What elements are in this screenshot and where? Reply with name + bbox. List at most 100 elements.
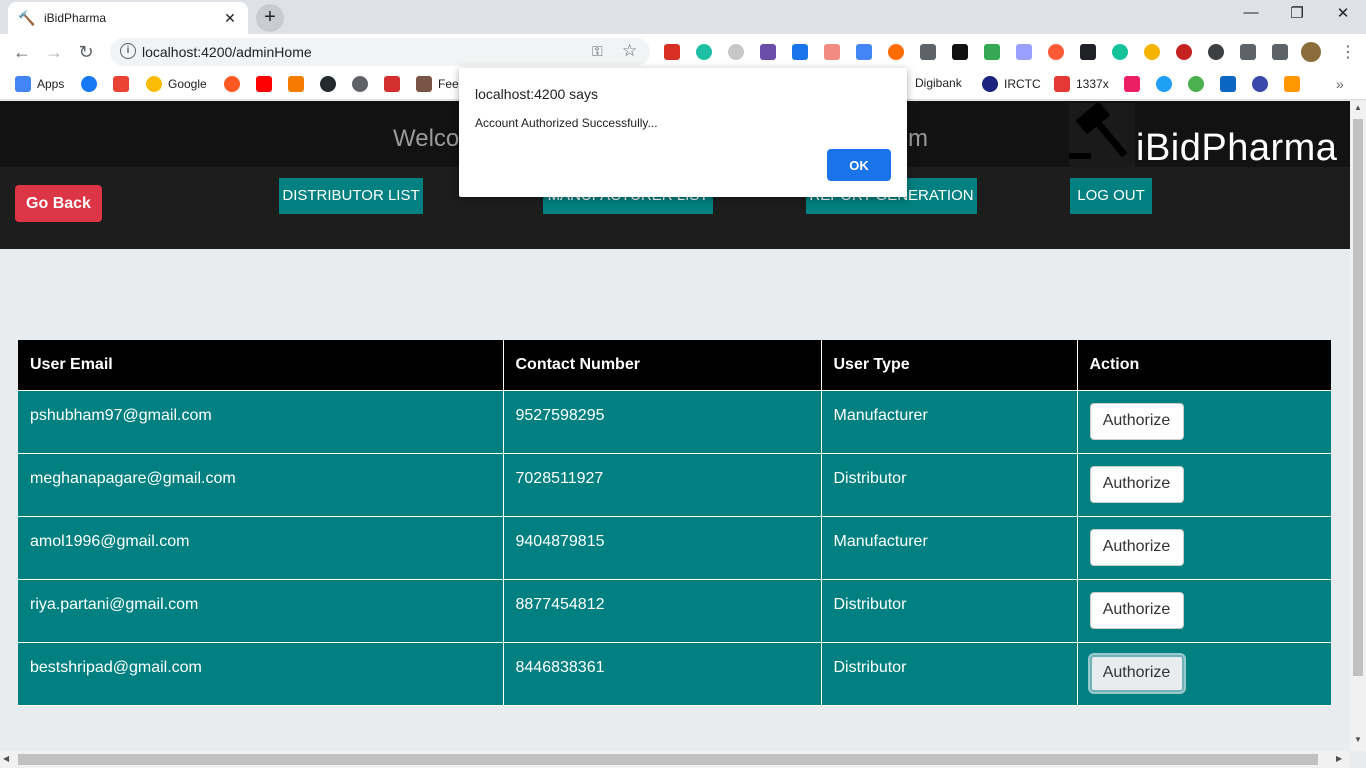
scroll-right-arrow-icon[interactable]: ▶ xyxy=(1336,754,1342,763)
cell-email: bestshripad@gmail.com xyxy=(18,642,504,706)
extension-cursor-icon[interactable] xyxy=(760,44,776,60)
extension-sih-icon[interactable] xyxy=(952,44,968,60)
facebook-icon xyxy=(81,76,97,92)
bookmark-google[interactable]: Google xyxy=(146,76,207,92)
authorize-button[interactable]: Authorize xyxy=(1089,591,1184,629)
bookmark-orange[interactable] xyxy=(1284,76,1306,92)
new-tab-button[interactable]: + xyxy=(256,4,284,32)
bookmark-irctc[interactable]: IRCTC xyxy=(982,76,1041,92)
bookmark-label: Digibank xyxy=(915,76,962,90)
cell-action: Authorize xyxy=(1077,453,1331,517)
scroll-left-arrow-icon[interactable]: ◀ xyxy=(3,754,9,763)
profile-avatar[interactable] xyxy=(1301,42,1321,62)
cell-type: Distributor xyxy=(821,453,1078,517)
youtube-icon xyxy=(256,76,272,92)
distributor-list-link[interactable]: DISTRIBUTOR LIST xyxy=(279,178,423,214)
bookmark-1337x[interactable]: 1337x xyxy=(1054,76,1109,92)
page-viewport: Welco m iBidPharma Go Back DISTRIBUTOR L… xyxy=(0,101,1350,751)
bookmark-runner[interactable] xyxy=(384,76,406,92)
scroll-down-arrow-icon[interactable]: ▼ xyxy=(1354,735,1362,744)
cell-email: amol1996@gmail.com xyxy=(18,516,504,580)
go-back-button[interactable]: Go Back xyxy=(15,185,102,222)
back-arrow-icon[interactable]: ← xyxy=(10,40,34,64)
users-table: User Email Contact Number User Type Acti… xyxy=(18,340,1331,706)
bookmark-gmail[interactable] xyxy=(113,76,135,92)
bookmark-label: Apps xyxy=(37,77,65,91)
extension-clock-icon[interactable] xyxy=(920,44,936,60)
extension-q-icon[interactable] xyxy=(664,44,680,60)
minimize-icon[interactable]: — xyxy=(1228,4,1274,21)
welcome-text-tail: m xyxy=(908,125,928,152)
x-icon xyxy=(1054,76,1070,92)
extension-screenshot-icon[interactable] xyxy=(792,44,808,60)
extension-m-icon[interactable] xyxy=(1176,44,1192,60)
tab-title: iBidPharma xyxy=(44,11,107,25)
star-icon[interactable]: ☆ xyxy=(622,41,637,61)
address-bar[interactable]: i localhost:4200/adminHome ⚿ ☆ xyxy=(110,38,650,66)
puzzle-icon[interactable] xyxy=(1272,44,1288,60)
authorize-button[interactable]: Authorize xyxy=(1089,402,1184,440)
moon-icon xyxy=(1252,76,1268,92)
extension-wave-icon[interactable] xyxy=(1016,44,1032,60)
bookmark-power[interactable] xyxy=(224,76,246,92)
cell-email: riya.partani@gmail.com xyxy=(18,579,504,643)
bookmark-box[interactable] xyxy=(288,76,310,92)
cell-contact: 8446838361 xyxy=(503,642,822,706)
dialog-title: localhost:4200 says xyxy=(475,86,598,102)
forward-arrow-icon[interactable]: → xyxy=(42,40,66,64)
bookmarks-overflow[interactable]: » xyxy=(1336,76,1344,92)
extension-video-icon[interactable] xyxy=(824,44,840,60)
extension-grammarly-icon[interactable] xyxy=(696,44,712,60)
bookmark-github[interactable] xyxy=(320,76,342,92)
menu-dots-icon[interactable]: ⋮ xyxy=(1340,42,1356,62)
extension-window-icon[interactable] xyxy=(1080,44,1096,60)
u-icon xyxy=(1124,76,1140,92)
bookmark-globe[interactable] xyxy=(352,76,374,92)
horizontal-scrollbar[interactable]: ◀ ▶ xyxy=(0,751,1350,768)
horizontal-scroll-thumb[interactable] xyxy=(18,754,1318,765)
reload-icon[interactable]: ↻ xyxy=(74,40,98,64)
close-tab-icon[interactable]: ✕ xyxy=(222,10,238,27)
authorize-button[interactable]: Authorize xyxy=(1089,654,1184,692)
power-icon xyxy=(224,76,240,92)
extension-infinity-icon[interactable] xyxy=(1048,44,1064,60)
gavel-icon: 🔨 xyxy=(18,10,36,26)
cell-action: Authorize xyxy=(1077,516,1331,580)
bookmark-twitter[interactable] xyxy=(1156,76,1178,92)
cell-type: Distributor xyxy=(821,579,1078,643)
bookmark-bird[interactable] xyxy=(1188,76,1210,92)
restore-icon[interactable]: ❐ xyxy=(1274,4,1320,22)
bookmark-moon[interactable] xyxy=(1252,76,1274,92)
bookmark-apps[interactable]: Apps xyxy=(15,76,64,92)
extension-translate-icon[interactable] xyxy=(856,44,872,60)
key-icon[interactable]: ⚿ xyxy=(592,43,603,60)
extension-car-icon[interactable] xyxy=(1240,44,1256,60)
dialog-ok-button[interactable]: OK xyxy=(827,149,891,181)
apps-grid-icon xyxy=(15,76,31,92)
logo-text: iBidPharma xyxy=(1136,127,1338,169)
extension-fire-icon[interactable] xyxy=(888,44,904,60)
extension-icon[interactable] xyxy=(728,44,744,60)
extension-owl-icon[interactable] xyxy=(1144,44,1160,60)
scroll-up-arrow-icon[interactable]: ▲ xyxy=(1354,103,1362,112)
info-icon[interactable]: i xyxy=(120,43,136,59)
column-header-action: Action xyxy=(1077,340,1331,391)
close-window-icon[interactable]: ✕ xyxy=(1320,4,1366,22)
log-out-link[interactable]: LOG OUT xyxy=(1070,178,1152,214)
authorize-button[interactable]: Authorize xyxy=(1089,528,1184,566)
download-icon[interactable] xyxy=(1208,44,1224,60)
bookmark-youtube[interactable] xyxy=(256,76,278,92)
authorize-button[interactable]: Authorize xyxy=(1089,465,1184,503)
bookmark-u[interactable] xyxy=(1124,76,1146,92)
bookmark-digibank[interactable]: Digibank xyxy=(915,76,962,90)
extension-shield-icon[interactable] xyxy=(984,44,1000,60)
box-icon xyxy=(288,76,304,92)
bookmark-feed[interactable]: Fee xyxy=(416,76,459,92)
extension-g-icon[interactable] xyxy=(1112,44,1128,60)
bookmark-facebook[interactable] xyxy=(81,76,103,92)
orange-grid-icon xyxy=(1284,76,1300,92)
bookmark-linkedin[interactable] xyxy=(1220,76,1242,92)
browser-tab[interactable]: 🔨 iBidPharma ✕ xyxy=(8,2,248,34)
vertical-scrollbar[interactable]: ▲ ▼ xyxy=(1350,101,1366,751)
vertical-scroll-thumb[interactable] xyxy=(1353,119,1363,676)
